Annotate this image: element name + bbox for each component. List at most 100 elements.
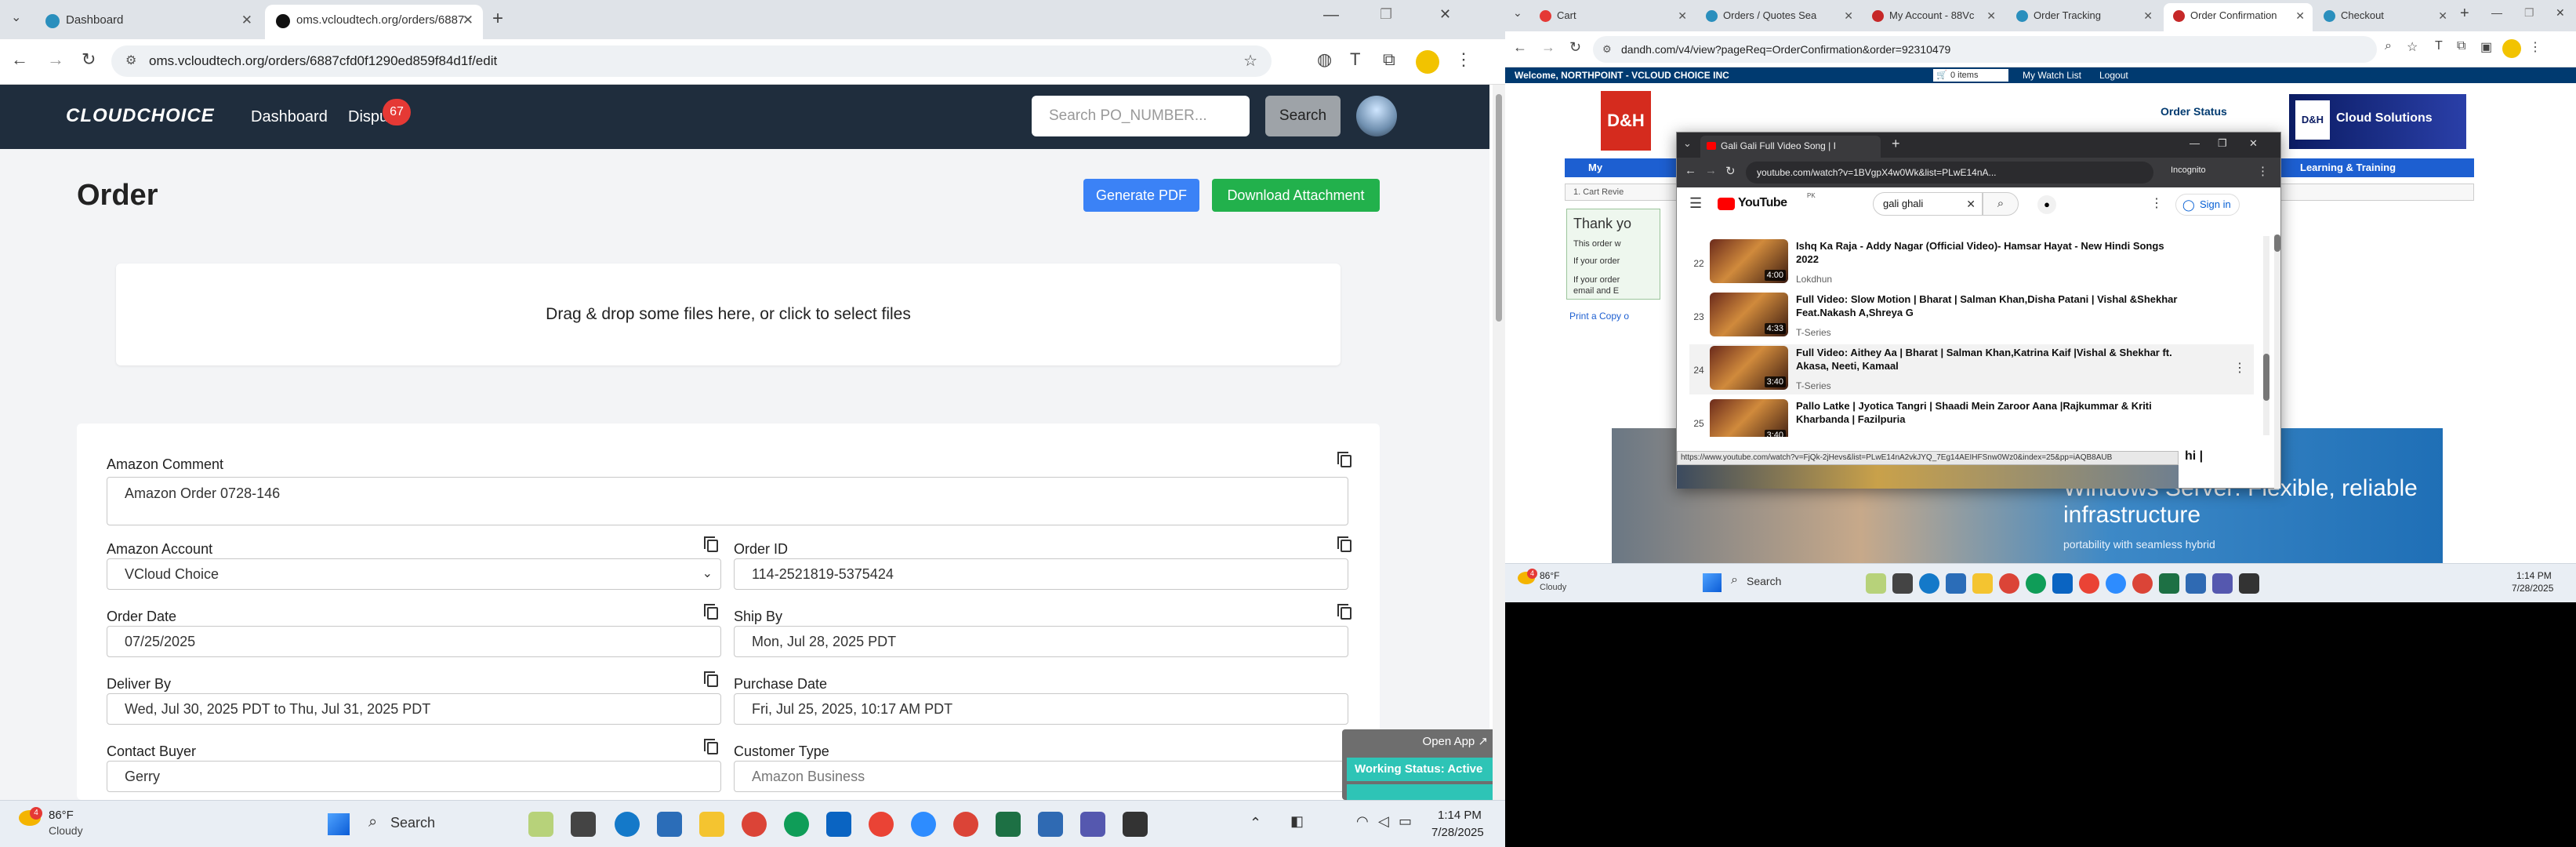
playlist-item[interactable]: 25 3:40 Pallo Latke | Jyotica Tangri | S… bbox=[1689, 398, 2254, 437]
restore-icon[interactable]: ❐ bbox=[2524, 6, 2534, 20]
zoom-app-icon[interactable] bbox=[911, 812, 936, 837]
dh-cart-button[interactable]: 🛒 0 items bbox=[1933, 69, 2008, 82]
video-title[interactable]: Ishq Ka Raja - Addy Nagar (Official Vide… bbox=[1796, 239, 2188, 266]
playlist-item-hovered[interactable]: 24 3:40 Full Video: Aithey Aa | Bharat |… bbox=[1689, 344, 2254, 394]
deliver-by-field[interactable]: Wed, Jul 30, 2025 PDT to Thu, Jul 31, 20… bbox=[107, 693, 721, 725]
address-bar[interactable]: ⚙ dandh.com/v4/view?pageReq=OrderConfirm… bbox=[1593, 36, 2377, 63]
tray-chevron-icon[interactable]: ⌃ bbox=[1250, 815, 1261, 831]
order-date-field[interactable]: 07/25/2025 bbox=[107, 626, 721, 657]
back-icon[interactable]: ← bbox=[11, 49, 28, 70]
dh-watch-list[interactable]: My Watch List bbox=[2023, 70, 2081, 81]
tab-order-confirmation[interactable]: Order Confirmation ✕ bbox=[2164, 3, 2313, 31]
settings-dots-icon[interactable]: ⋮ bbox=[2150, 195, 2163, 211]
yt-search-button[interactable]: ⌕ bbox=[1983, 192, 2019, 216]
tab-search-chevron-icon[interactable]: ⌄ bbox=[1683, 137, 1692, 150]
clock-time[interactable]: 1:14 PM bbox=[2516, 570, 2552, 581]
contact-buyer-field[interactable]: Gerry bbox=[107, 761, 721, 792]
profile-avatar[interactable] bbox=[1416, 50, 1439, 74]
video-thumbnail[interactable]: 4:33 bbox=[1710, 293, 1788, 336]
copy-icon[interactable] bbox=[1337, 604, 1351, 620]
zoom-app-icon[interactable] bbox=[2106, 573, 2126, 594]
translate-icon[interactable]: T bbox=[1350, 49, 1360, 70]
reload-icon[interactable]: ↻ bbox=[82, 49, 96, 70]
playlist-scrollbar[interactable] bbox=[2263, 236, 2269, 435]
close-window-icon[interactable]: ✕ bbox=[2249, 137, 2258, 150]
close-tab-icon[interactable]: ✕ bbox=[2295, 3, 2305, 28]
menu-icon[interactable]: ⋮ bbox=[1455, 49, 1472, 70]
copy-icon[interactable] bbox=[704, 536, 718, 552]
more-actions-icon[interactable]: ⋮ bbox=[2233, 360, 2246, 376]
taskbar-search-icon[interactable]: ⌕ bbox=[1731, 573, 1738, 587]
extension-icon[interactable]: ◍ bbox=[1317, 49, 1332, 70]
close-tab-icon[interactable]: ✕ bbox=[241, 5, 252, 36]
start-button[interactable] bbox=[1703, 573, 1722, 592]
zoom-icon[interactable]: ⌕ bbox=[2385, 39, 2392, 53]
browser-app-icon[interactable] bbox=[615, 812, 640, 837]
edge-app-icon[interactable] bbox=[784, 812, 809, 837]
video-channel[interactable]: T-Series bbox=[1796, 380, 1831, 391]
close-tab-icon[interactable]: ✕ bbox=[1844, 3, 1853, 28]
terminal-app-icon[interactable] bbox=[1123, 812, 1148, 837]
edge-app-icon[interactable] bbox=[2026, 573, 2046, 594]
yt-page-scrollbar-thumb[interactable] bbox=[2274, 234, 2280, 252]
outlook-app-icon[interactable] bbox=[2052, 573, 2073, 594]
taskbar-search-label[interactable]: Search bbox=[1747, 575, 1781, 587]
search-button[interactable]: Search bbox=[1265, 96, 1341, 136]
tray-app-icon[interactable]: ◧ bbox=[1290, 813, 1304, 830]
bookmark-star-icon[interactable]: ☆ bbox=[2407, 39, 2418, 55]
playlist-scrollbar-thumb[interactable] bbox=[2263, 354, 2269, 401]
back-icon[interactable]: ← bbox=[1513, 39, 1527, 56]
scrollbar-thumb[interactable] bbox=[1496, 94, 1502, 322]
excel-app-icon[interactable] bbox=[996, 812, 1021, 837]
clear-search-icon[interactable]: ✕ bbox=[1966, 193, 1976, 215]
playlist-item[interactable]: 23 4:33 Full Video: Slow Motion | Bharat… bbox=[1689, 291, 2254, 341]
open-app-link[interactable]: Open App ↗ bbox=[1423, 734, 1488, 748]
clock-date[interactable]: 7/28/2025 bbox=[1431, 826, 1484, 839]
tab-search-chevron-icon[interactable]: ⌄ bbox=[1513, 6, 1522, 20]
video-title[interactable]: Pallo Latke | Jyotica Tangri | Shaadi Me… bbox=[1796, 399, 2188, 426]
download-attachment-button[interactable]: Download Attachment bbox=[1212, 179, 1380, 212]
copy-icon[interactable] bbox=[704, 604, 718, 620]
ship-by-field[interactable]: Mon, Jul 28, 2025 PDT bbox=[734, 626, 1348, 657]
calculator-app-icon[interactable] bbox=[657, 812, 682, 837]
playlist-item[interactable]: 22 4:00 Ishq Ka Raja - Addy Nagar (Offic… bbox=[1689, 238, 2254, 288]
copilot-app-icon[interactable] bbox=[528, 812, 553, 837]
tab-search-chevron-icon[interactable]: ⌄ bbox=[11, 9, 21, 25]
user-avatar[interactable] bbox=[1356, 96, 1397, 136]
profile-avatar[interactable] bbox=[2502, 39, 2521, 58]
teams-app-icon[interactable] bbox=[2212, 573, 2233, 594]
remote-app-icon[interactable] bbox=[2186, 573, 2206, 594]
dh-print-copy[interactable]: Print a Copy o bbox=[1569, 311, 1629, 322]
tab-orders-quotes[interactable]: Orders / Quotes Sea ✕ bbox=[1696, 3, 1861, 31]
new-tab-icon[interactable]: + bbox=[1892, 136, 1900, 152]
taskview-app-icon[interactable] bbox=[1892, 573, 1913, 594]
video-thumbnail[interactable]: 3:40 bbox=[1710, 346, 1788, 390]
video-title[interactable]: Full Video: Aithey Aa | Bharat | Salman … bbox=[1796, 346, 2188, 373]
new-tab-icon[interactable]: + bbox=[492, 8, 503, 30]
yt-address-bar[interactable]: youtube.com/watch?v=1BVgpX4w0Wk&list=PLw… bbox=[1746, 162, 2153, 184]
chrome-app-icon[interactable] bbox=[742, 812, 767, 837]
start-button[interactable] bbox=[328, 813, 350, 835]
reload-icon[interactable]: ↻ bbox=[1725, 164, 1736, 178]
excel-app-icon[interactable] bbox=[2159, 573, 2179, 594]
chrome-app-icon[interactable] bbox=[1999, 573, 2019, 594]
video-thumbnail[interactable]: 3:40 bbox=[1710, 399, 1788, 437]
tab-cart[interactable]: Cart ✕ bbox=[1530, 3, 1695, 31]
close-tab-icon[interactable]: ✕ bbox=[2143, 3, 2153, 28]
close-tab-icon[interactable]: ✕ bbox=[1678, 3, 1687, 28]
weather-temp[interactable]: 86°F bbox=[1540, 570, 1559, 581]
address-bar[interactable]: ⚙ oms.vcloudtech.org/orders/6887cfd0f129… bbox=[111, 45, 1272, 77]
yt-tab[interactable]: Gali Gali Full Video Song | I bbox=[1700, 136, 1881, 158]
chrome-profile-icon[interactable] bbox=[869, 812, 894, 837]
dh-order-status-link[interactable]: Order Status bbox=[2161, 105, 2227, 118]
tab-order-tracking[interactable]: Order Tracking ✕ bbox=[2007, 3, 2161, 31]
copy-icon[interactable] bbox=[1337, 536, 1351, 552]
browser-app-icon[interactable] bbox=[1919, 573, 1939, 594]
chrome-active-icon[interactable] bbox=[2132, 573, 2153, 594]
reload-icon[interactable]: ↻ bbox=[1569, 39, 1581, 56]
customer-type-field[interactable]: Amazon Business bbox=[734, 761, 1348, 792]
dh-nav-my[interactable]: My bbox=[1588, 162, 1602, 173]
purchase-date-field[interactable]: Fri, Jul 25, 2025, 10:17 AM PDT bbox=[734, 693, 1348, 725]
puzzle-icon[interactable]: ⧉ bbox=[2457, 39, 2465, 53]
copilot-app-icon[interactable] bbox=[1866, 573, 1886, 594]
